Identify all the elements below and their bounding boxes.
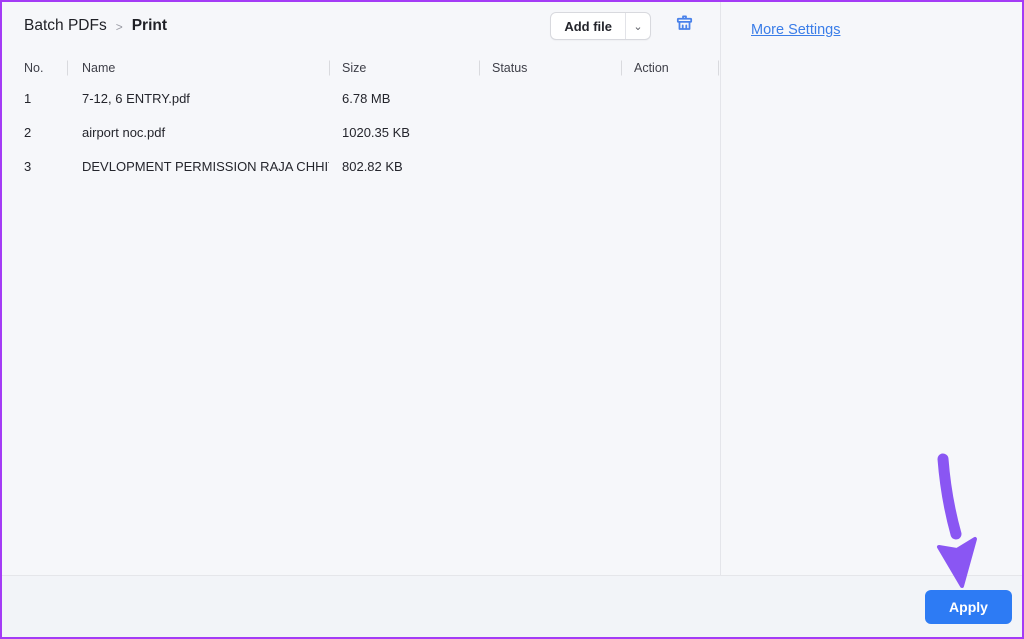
clear-files-button[interactable] bbox=[673, 13, 696, 39]
breadcrumb-print: Print bbox=[131, 17, 168, 34]
row-number: 3 bbox=[24, 158, 32, 174]
column-header-name: Name bbox=[67, 54, 329, 81]
file-name: 7-12, 6 ENTRY.pdf bbox=[82, 90, 190, 106]
row-number: 1 bbox=[24, 90, 32, 106]
column-header-size: Size bbox=[329, 54, 479, 81]
column-header-status: Status bbox=[479, 54, 621, 81]
add-file-split-button: Add file ⌄ bbox=[550, 12, 651, 40]
breadcrumb-separator: > bbox=[115, 19, 123, 34]
row-number: 2 bbox=[24, 124, 32, 140]
breadcrumb: Batch PDFs > Print bbox=[24, 17, 167, 35]
file-table: No. Name Size Status Action 1 7-12, 6 EN… bbox=[2, 54, 720, 183]
file-size: 802.82 KB bbox=[342, 158, 403, 174]
file-list-section: Batch PDFs > Print Add file ⌄ No. Name S… bbox=[2, 2, 721, 575]
file-name: DEVLOPMENT PERMISSION RAJA CHHIT... bbox=[82, 158, 329, 174]
more-settings-link[interactable]: More Settings bbox=[751, 22, 840, 38]
clear-files-icon bbox=[673, 13, 696, 39]
apply-button[interactable]: Apply bbox=[925, 589, 1012, 624]
main-content: Batch PDFs > Print Add file ⌄ No. Name S… bbox=[2, 2, 1022, 575]
table-row[interactable]: 3 DEVLOPMENT PERMISSION RAJA CHHIT... 80… bbox=[2, 149, 720, 183]
settings-panel: More Settings bbox=[721, 2, 1022, 575]
table-row[interactable]: 2 airport noc.pdf 1020.35 KB bbox=[2, 115, 720, 149]
footer-bar: Apply bbox=[2, 575, 1022, 637]
column-header-action: Action bbox=[621, 54, 719, 81]
add-file-dropdown-chevron-icon[interactable]: ⌄ bbox=[625, 13, 650, 39]
toolbar: Batch PDFs > Print Add file ⌄ bbox=[2, 2, 720, 50]
app-window: Batch PDFs > Print Add file ⌄ No. Name S… bbox=[0, 0, 1024, 639]
file-size: 6.78 MB bbox=[342, 90, 391, 106]
file-name: airport noc.pdf bbox=[82, 124, 166, 140]
toolbar-actions: Add file ⌄ bbox=[550, 12, 696, 40]
breadcrumb-batch-pdfs[interactable]: Batch PDFs bbox=[24, 17, 107, 35]
column-header-no: No. bbox=[24, 60, 44, 75]
table-header-row: No. Name Size Status Action bbox=[2, 54, 720, 81]
table-row[interactable]: 1 7-12, 6 ENTRY.pdf 6.78 MB bbox=[2, 81, 720, 115]
add-file-button[interactable]: Add file bbox=[551, 13, 625, 39]
file-size: 1020.35 KB bbox=[342, 124, 410, 140]
